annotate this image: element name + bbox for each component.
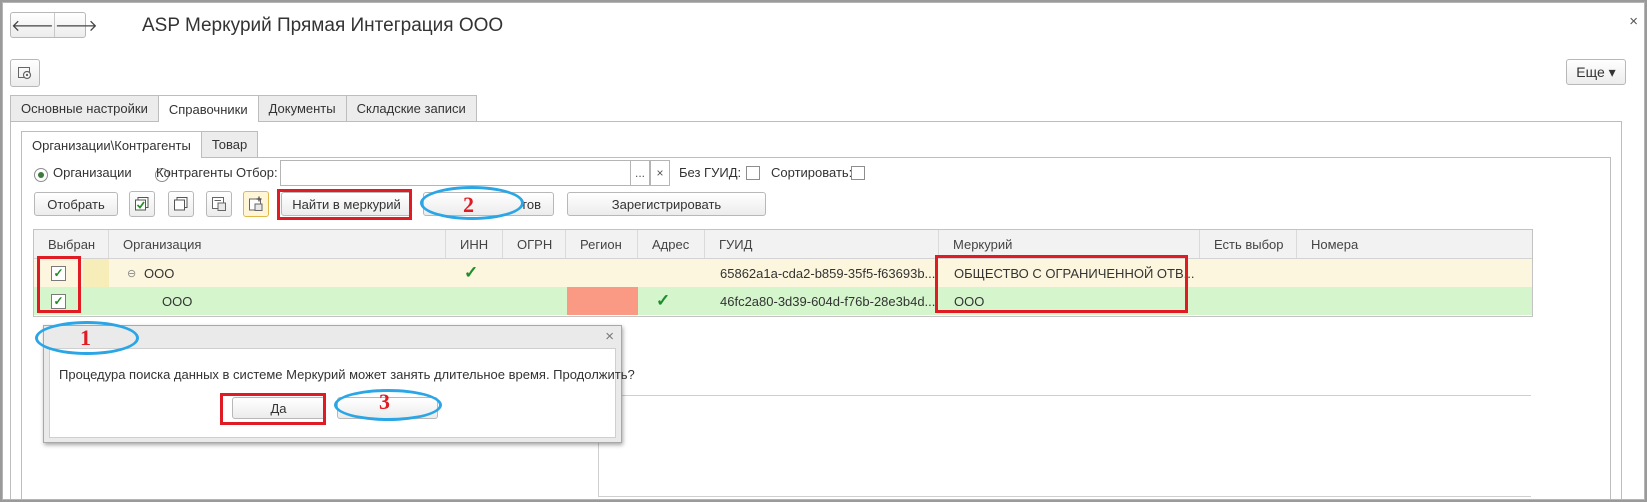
annotation-number-3: 3	[379, 389, 390, 414]
col-mercury[interactable]: Меркурий	[939, 230, 1200, 258]
background-panel	[598, 395, 1531, 497]
annotation-box-checkboxes	[37, 256, 81, 313]
fill-guid-button[interactable]	[206, 191, 232, 217]
collapse-icon[interactable]: ⊖	[127, 259, 136, 287]
filter-select-button[interactable]: ...	[630, 160, 650, 186]
back-arrow-icon[interactable]: 🡐	[11, 13, 55, 37]
check-all-button[interactable]	[129, 191, 155, 217]
annotation-box-yes-button	[220, 393, 326, 425]
inn-check-icon: ✓	[464, 263, 479, 282]
row-highlight-cell	[83, 259, 109, 287]
organization-name: ООО	[162, 293, 193, 309]
sort-checkbox[interactable]	[851, 166, 865, 180]
no-guid-label: Без ГУИД:	[679, 165, 742, 180]
window-title: ASP Меркурий Прямая Интеграция ООО	[142, 15, 504, 36]
tab-documents[interactable]: Документы	[257, 95, 347, 121]
annotation-number-1: 1	[80, 325, 91, 350]
uncheck-all-button[interactable]	[168, 191, 194, 217]
sort-label: Сортировать:	[771, 165, 853, 180]
sub-tabs: Организации\Контрагенты Товар	[21, 131, 259, 158]
col-has-choice[interactable]: Есть выбор	[1200, 230, 1297, 258]
settings-button[interactable]	[10, 59, 40, 87]
col-region[interactable]: Регион	[566, 230, 638, 258]
col-organization[interactable]: Организация	[109, 230, 446, 258]
col-ogrn[interactable]: ОГРН	[503, 230, 566, 258]
col-inn[interactable]: ИНН	[446, 230, 503, 258]
table-row[interactable]: ✓ ⊖ ООО ✓ 65862a1a-cda2-b859-35f5-f63693…	[34, 259, 1532, 287]
tab-references[interactable]: Справочники	[157, 95, 259, 122]
region-error-cell	[567, 287, 638, 315]
col-guid[interactable]: ГУИД	[705, 230, 939, 258]
organization-name: ООО	[144, 265, 175, 281]
no-guid-checkbox[interactable]	[746, 166, 760, 180]
uncheck-all-icon	[174, 197, 188, 211]
address-check-icon: ✓	[656, 291, 671, 310]
guid-value: 46fc2a80-3d39-604d-f76b-28e3b4d...	[720, 293, 936, 309]
guid-value: 65862a1a-cda2-b859-35f5-f63693b...	[720, 265, 936, 281]
filter-input[interactable]	[280, 160, 634, 186]
col-numbers[interactable]: Номера	[1297, 230, 1532, 258]
table-row[interactable]: ✓ ООО ✓ 46fc2a80-3d39-604d-f76b-28e3b4d.…	[34, 287, 1532, 315]
organizations-table: Выбран Организация ИНН ОГРН Регион Адрес…	[33, 229, 1533, 317]
tab-goods[interactable]: Товар	[200, 131, 259, 157]
gear-icon	[18, 67, 32, 80]
check-all-icon	[135, 197, 149, 211]
dialog-message: Процедура поиска данных в системе Меркур…	[59, 367, 635, 382]
data-add-icon	[249, 196, 263, 211]
radio-organizations[interactable]	[34, 167, 48, 182]
col-address[interactable]: Адрес	[638, 230, 705, 258]
more-button[interactable]: Еще ▾	[1566, 59, 1626, 85]
close-icon[interactable]: ×	[605, 328, 614, 345]
register-button[interactable]: Зарегистрировать	[567, 192, 766, 216]
forward-arrow-icon[interactable]: 🡒	[55, 13, 98, 37]
tab-warehouse-records[interactable]: Складские записи	[345, 95, 477, 121]
annotation-box-find-button	[277, 189, 412, 220]
add-data-button[interactable]	[243, 191, 269, 217]
select-button[interactable]: Отобрать	[34, 192, 118, 216]
main-tabs: Основные настройки Справочники Документы…	[10, 95, 477, 122]
radio-organizations-label: Организации	[53, 165, 132, 180]
col-selected[interactable]: Выбран	[34, 230, 109, 258]
navigation-buttons: 🡐 🡒	[10, 12, 98, 38]
close-icon[interactable]: ×	[1629, 13, 1638, 30]
tab-organizations-contractors[interactable]: Организации\Контрагенты	[21, 131, 202, 158]
table-header: Выбран Организация ИНН ОГРН Регион Адрес…	[34, 230, 1532, 259]
annotation-number-2: 2	[463, 192, 474, 217]
filter-label: Отбор:	[236, 165, 278, 180]
radio-contractors-label: Контрагенты	[156, 165, 233, 180]
data-grid-icon	[212, 197, 226, 211]
tab-main-settings[interactable]: Основные настройки	[10, 95, 159, 121]
dialog-body: Процедура поиска данных в системе Меркур…	[49, 348, 635, 438]
filter-clear-button[interactable]: ×	[650, 160, 670, 186]
annotation-box-mercury	[935, 255, 1188, 313]
app-window: 🡐 🡒 ASP Меркурий Прямая Интеграция ООО ×…	[2, 2, 1645, 500]
